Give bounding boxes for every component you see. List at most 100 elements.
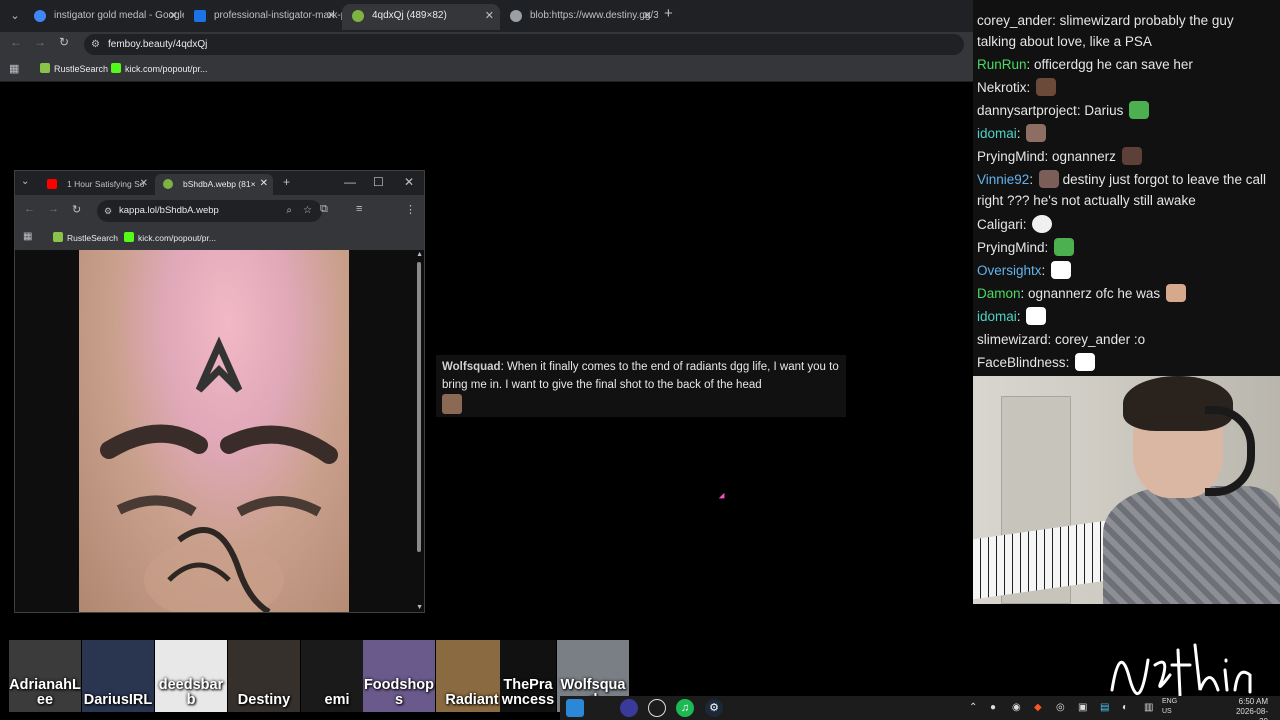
pepe-emote-icon [1129,101,1150,119]
clock-time: 6:50 AM [1238,697,1268,706]
tab-close-icon[interactable]: ✕ [485,4,494,28]
emote-image-icon [1032,215,1053,233]
apps-grid-icon[interactable]: ▦ [23,231,32,242]
outer-tab-4[interactable]: blob:https://www.destiny.gg/3( ✕ [500,4,658,30]
tray-app-icon[interactable]: ▤ [1100,702,1109,713]
streamer-tile[interactable]: Destiny [228,640,300,712]
bookmark-kick[interactable]: kick.com/popout/pr... [111,63,208,74]
chat-message: RunRun: officerdgg he can save her [977,57,1193,72]
scroll-down-arrow-icon[interactable]: ▼ [416,604,423,611]
obs-app-icon[interactable] [648,699,666,717]
streamer-name: DariusIRL [83,692,153,708]
inner-tab-2-active[interactable]: bShdbA.webp (81× ✕ [155,174,273,195]
streamer-tile[interactable]: Foodshops [363,640,435,712]
back-arrow-icon[interactable]: ← [24,203,35,215]
scroll-up-arrow-icon[interactable]: ▲ [416,251,423,258]
tray-app-icon[interactable]: ◐ [1122,702,1128,713]
app-icon[interactable] [566,699,584,717]
chat-nick[interactable]: PryingMind [977,240,1045,255]
tray-app-icon[interactable]: ▣ [1078,702,1087,713]
chat-text: ognannerz [1052,149,1116,164]
chat-nick[interactable]: FaceBlindness [977,355,1066,370]
chat-nick[interactable]: Caligari [977,217,1023,232]
tab-close-icon[interactable]: ✕ [140,174,148,194]
chat-nick[interactable]: idomai [977,309,1017,324]
inner-browser-window: ⌄ 1 Hour Satisfying So ✕ bShdbA.webp (81… [14,170,425,613]
tray-app-icon[interactable]: ◎ [1056,702,1065,713]
browser-app-icon[interactable] [620,699,638,717]
forward-arrow-icon[interactable]: → [34,35,46,49]
reload-icon[interactable]: ↻ [59,35,69,49]
youtube-favicon-icon [47,179,57,189]
chat-text: corey_ander :o [1055,332,1146,347]
outer-tab-3-active[interactable]: 4qdxQj (489×82) ✕ [342,4,500,30]
tray-app-icon[interactable]: ▥ [1144,702,1153,713]
apps-grid-icon[interactable]: ▦ [9,62,19,75]
tray-brave-icon[interactable]: ◆ [1034,702,1042,713]
zoom-magnifier-icon[interactable]: ⌕ [286,200,292,222]
page-favicon-icon [194,10,206,22]
tray-chevron-icon[interactable]: ⌃ [969,702,977,713]
chat-nick[interactable]: dannysartproject [977,103,1077,118]
tab-search-chevron-icon[interactable]: ⌄ [6,7,24,25]
bookmark-kick[interactable]: kick.com/popout/pr... [124,232,216,243]
chat-nick[interactable]: Vinnie92 [977,172,1029,187]
address-bar[interactable]: ⚙ femboy.beauty/4qdxQj [84,34,964,55]
inner-address-bar-url: kappa.lol/bShdbA.webp [119,205,219,216]
language-indicator[interactable]: ENG US [1162,697,1177,717]
chat-nick[interactable]: Oversightx [977,263,1042,278]
close-window-icon[interactable]: ✕ [404,175,414,189]
chat-nick[interactable]: idomai [977,126,1017,141]
tab-search-chevron-icon[interactable]: ⌄ [21,176,29,187]
tab-close-icon[interactable]: ✕ [260,174,268,194]
windows-taskbar: ♫ ⚙ ⌃ ● ◉ ◆ ◎ ▣ ▤ ◐ ▥ ENG US 6:50 AM 202… [560,696,1280,720]
tray-steam-icon[interactable]: ◉ [1012,702,1021,713]
globe-favicon-icon [510,10,522,22]
chat-nick[interactable]: corey_ander [977,13,1052,28]
steam-app-icon[interactable]: ⚙ [705,699,723,717]
system-clock[interactable]: 6:50 AM 2026-08-30 [1228,697,1268,720]
extensions-puzzle-icon[interactable]: ⧉ [320,203,328,216]
tray-app-icon[interactable]: ● [990,702,996,713]
reload-icon[interactable]: ↻ [72,203,81,216]
bookmark-star-icon[interactable]: ☆ [303,200,312,222]
tab-close-icon[interactable]: ✕ [643,4,652,28]
streamer-tile[interactable]: deedsbarb [155,640,227,712]
forward-arrow-icon[interactable]: → [48,203,59,215]
streamer-tile[interactable]: ThePrawncess [500,640,556,712]
emote-image-icon [1036,78,1057,96]
back-arrow-icon[interactable]: ← [10,35,22,49]
inner-address-bar[interactable]: ⚙ kappa.lol/bShdbA.webp ⌕ ☆ [97,200,322,222]
minimize-icon[interactable]: — [344,175,356,189]
tab-close-icon[interactable]: ✕ [169,4,178,28]
new-tab-plus-icon[interactable]: + [283,175,290,189]
face-closeup-image [79,250,349,612]
chat-nick[interactable]: PryingMind [977,149,1045,164]
chat-nick[interactable]: Nekrotix [977,80,1027,95]
google-favicon-icon [34,10,46,22]
tab-close-icon[interactable]: ✕ [327,4,336,28]
outer-tab-2[interactable]: professional-instigator-mark-pl ✕ [184,4,342,30]
chat-nick[interactable]: slimewizard [977,332,1048,347]
media-controls-icon[interactable]: ≡ [356,203,362,215]
bookmark-rustlesearch[interactable]: RustleSearch [53,232,118,243]
site-info-icon[interactable]: ⚙ [91,34,100,55]
streamer-tile[interactable]: DariusIRL [82,640,154,712]
new-tab-plus-icon[interactable]: + [664,5,673,22]
bookmark-rustlesearch[interactable]: RustleSearch [40,63,108,74]
tab-title: 4qdxQj (489×82) [372,10,447,21]
inner-tab-1[interactable]: 1 Hour Satisfying So ✕ [39,174,153,195]
menu-kebab-icon[interactable]: ⋮ [405,203,416,216]
site-info-icon[interactable]: ⚙ [104,200,112,222]
chat-nick[interactable]: RunRun [977,57,1027,72]
streamer-tile[interactable]: AdrianahLee [9,640,81,712]
streamer-tile[interactable]: Radiant [436,640,508,712]
emote-image-icon [1165,284,1186,302]
emote-image-icon [1026,124,1047,142]
chat-nick[interactable]: Damon [977,286,1021,301]
spotify-app-icon[interactable]: ♫ [676,699,694,717]
vertical-scrollbar-thumb[interactable] [417,262,421,552]
face-drawing [100,336,338,612]
outer-tab-1[interactable]: instigator gold medal - Google ✕ [24,4,184,30]
maximize-icon[interactable]: ☐ [373,175,384,189]
